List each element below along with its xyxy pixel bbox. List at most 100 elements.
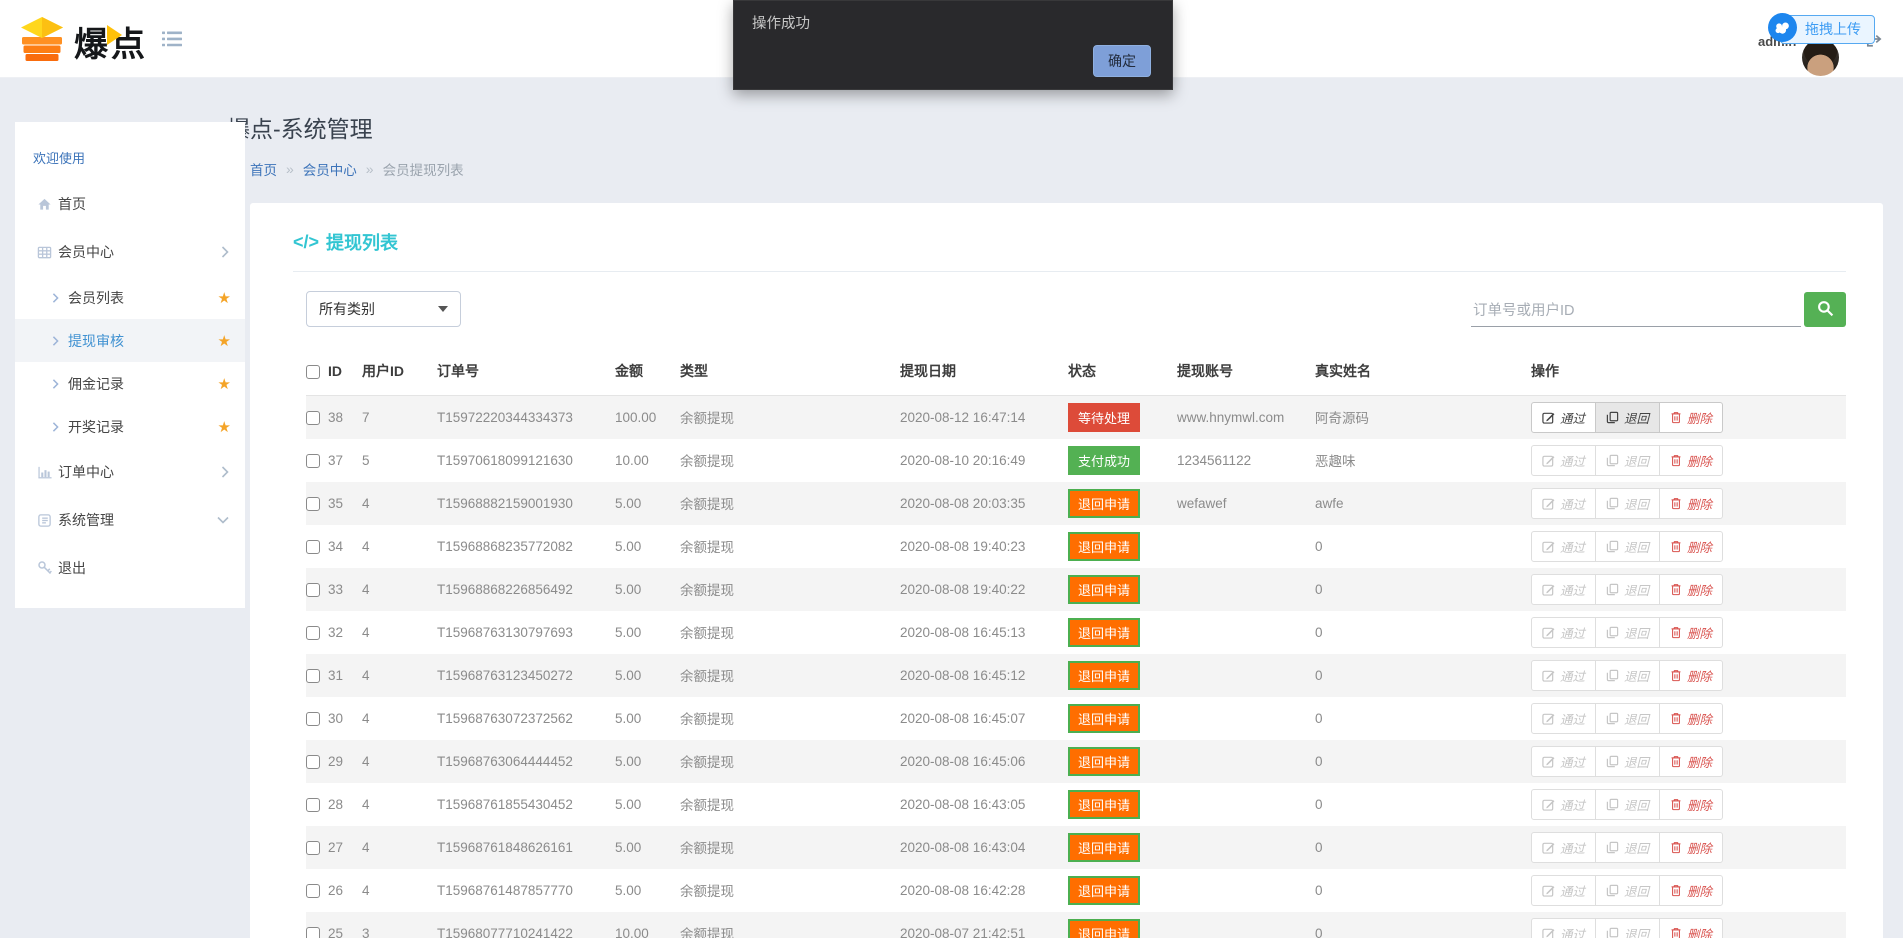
return-button[interactable]: 退回 (1595, 918, 1660, 938)
delete-button[interactable]: 删除 (1659, 660, 1723, 691)
row-checkbox[interactable] (306, 626, 320, 640)
row-checkbox[interactable] (306, 798, 320, 812)
trash-icon (1670, 411, 1682, 424)
cell-actions: 通过 退回 (1531, 525, 1846, 568)
sidebar-item-commission-records[interactable]: 佣金记录 ★ (15, 362, 245, 405)
search-input[interactable] (1471, 296, 1801, 327)
cell-date: 2020-08-08 19:40:23 (900, 525, 1068, 568)
approve-button[interactable]: 通过 (1531, 531, 1596, 562)
return-button[interactable]: 退回 (1595, 875, 1660, 906)
cell-order-no: T15968763072372562 (437, 697, 615, 740)
trash-icon (1670, 712, 1682, 725)
sidebar-item-lottery-records[interactable]: 开奖记录 ★ (15, 405, 245, 448)
delete-label: 删除 (1687, 795, 1712, 814)
sidebar-item-label: 退出 (58, 558, 86, 578)
return-button[interactable]: 退回 (1595, 531, 1660, 562)
approve-button[interactable]: 通过 (1531, 746, 1596, 777)
breadcrumb-section[interactable]: 会员中心 (303, 159, 357, 179)
table-row: 32 4 T15968763130797693 5.00 余额提现 2020-0… (306, 611, 1846, 654)
status-badge: 退回申请 (1068, 704, 1140, 733)
delete-button[interactable]: 删除 (1659, 918, 1723, 938)
approve-button[interactable]: 通过 (1531, 488, 1596, 519)
row-checkbox[interactable] (306, 927, 320, 938)
delete-button[interactable]: 删除 (1659, 789, 1723, 820)
approve-button[interactable]: 通过 (1531, 574, 1596, 605)
modal-confirm-button[interactable]: 确定 (1093, 45, 1151, 77)
cell-user-id: 4 (362, 783, 437, 826)
home-icon (37, 197, 54, 212)
return-button[interactable]: 退回 (1595, 746, 1660, 777)
avatar[interactable] (1802, 39, 1839, 76)
approve-button[interactable]: 通过 (1531, 617, 1596, 648)
logo[interactable]: 爆点 (20, 16, 148, 67)
delete-button[interactable]: 删除 (1659, 574, 1723, 605)
sidebar-item-member-center[interactable]: 会员中心 (15, 228, 245, 276)
return-button[interactable]: 退回 (1595, 617, 1660, 648)
delete-button[interactable]: 删除 (1659, 617, 1723, 648)
cell-actions: 通过 退回 (1531, 740, 1846, 783)
delete-button[interactable]: 删除 (1659, 832, 1723, 863)
return-button[interactable]: 退回 (1595, 445, 1660, 476)
row-checkbox[interactable] (306, 583, 320, 597)
row-checkbox[interactable] (306, 454, 320, 468)
select-all-checkbox[interactable] (306, 365, 320, 379)
return-button[interactable]: 退回 (1595, 832, 1660, 863)
return-button[interactable]: 退回 (1595, 660, 1660, 691)
row-checkbox[interactable] (306, 712, 320, 726)
sidebar-toggle-icon[interactable] (162, 31, 182, 52)
delete-button[interactable]: 删除 (1659, 488, 1723, 519)
status-badge: 退回申请 (1068, 532, 1140, 561)
approve-button[interactable]: 通过 (1531, 703, 1596, 734)
breadcrumb-home[interactable]: 首页 (250, 159, 277, 179)
approve-button[interactable]: 通过 (1531, 918, 1596, 938)
return-button[interactable]: 退回 (1595, 402, 1660, 433)
trash-icon (1670, 540, 1682, 553)
return-button[interactable]: 退回 (1595, 574, 1660, 605)
main-area: 爆点-系统管理 首页 » 会员中心 » 会员提现列表 </> 提现列表 (227, 110, 1883, 938)
approve-label: 通过 (1560, 494, 1585, 513)
delete-button[interactable]: 删除 (1659, 445, 1723, 476)
cell-status: 退回申请 (1068, 783, 1177, 826)
row-checkbox[interactable] (306, 540, 320, 554)
cell-date: 2020-08-08 16:42:28 (900, 869, 1068, 912)
approve-label: 通过 (1560, 924, 1585, 938)
sidebar-item-withdraw-review[interactable]: 提现审核 ★ (15, 319, 245, 362)
sidebar-item-member-list[interactable]: 会员列表 ★ (15, 276, 245, 319)
row-checkbox[interactable] (306, 669, 320, 683)
approve-button[interactable]: 通过 (1531, 402, 1596, 433)
delete-button[interactable]: 删除 (1659, 703, 1723, 734)
code-icon: </> (293, 232, 319, 253)
approve-button[interactable]: 通过 (1531, 832, 1596, 863)
sidebar-item-label: 会员列表 (68, 288, 124, 308)
row-checkbox[interactable] (306, 841, 320, 855)
star-icon: ★ (218, 375, 231, 393)
sidebar-item-system-manage[interactable]: 系统管理 (15, 496, 245, 544)
sidebar-item-logout[interactable]: 退出 (15, 544, 245, 592)
cloud-upload-icon[interactable] (1768, 13, 1797, 42)
return-button[interactable]: 退回 (1595, 488, 1660, 519)
sidebar-item-order-center[interactable]: 订单中心 (15, 448, 245, 496)
return-button[interactable]: 退回 (1595, 703, 1660, 734)
sidebar-item-home[interactable]: 首页 (15, 180, 245, 228)
delete-button[interactable]: 删除 (1659, 875, 1723, 906)
cell-checkbox (306, 611, 328, 654)
row-checkbox[interactable] (306, 411, 320, 425)
cell-order-no: T15968763130797693 (437, 611, 615, 654)
approve-button[interactable]: 通过 (1531, 789, 1596, 820)
delete-button[interactable]: 删除 (1659, 402, 1723, 433)
approve-button[interactable]: 通过 (1531, 875, 1596, 906)
table-row: 26 4 T15968761487857770 5.00 余额提现 2020-0… (306, 869, 1846, 912)
row-checkbox[interactable] (306, 497, 320, 511)
approve-button[interactable]: 通过 (1531, 660, 1596, 691)
delete-button[interactable]: 删除 (1659, 746, 1723, 777)
row-checkbox[interactable] (306, 884, 320, 898)
return-button[interactable]: 退回 (1595, 789, 1660, 820)
approve-button[interactable]: 通过 (1531, 445, 1596, 476)
delete-button[interactable]: 删除 (1659, 531, 1723, 562)
caret-down-icon (438, 306, 448, 312)
table-row: 28 4 T15968761855430452 5.00 余额提现 2020-0… (306, 783, 1846, 826)
category-select[interactable]: 所有类别 (306, 291, 461, 327)
row-checkbox[interactable] (306, 755, 320, 769)
search-button[interactable] (1804, 292, 1846, 327)
cell-actions: 通过 退回 (1531, 912, 1846, 938)
